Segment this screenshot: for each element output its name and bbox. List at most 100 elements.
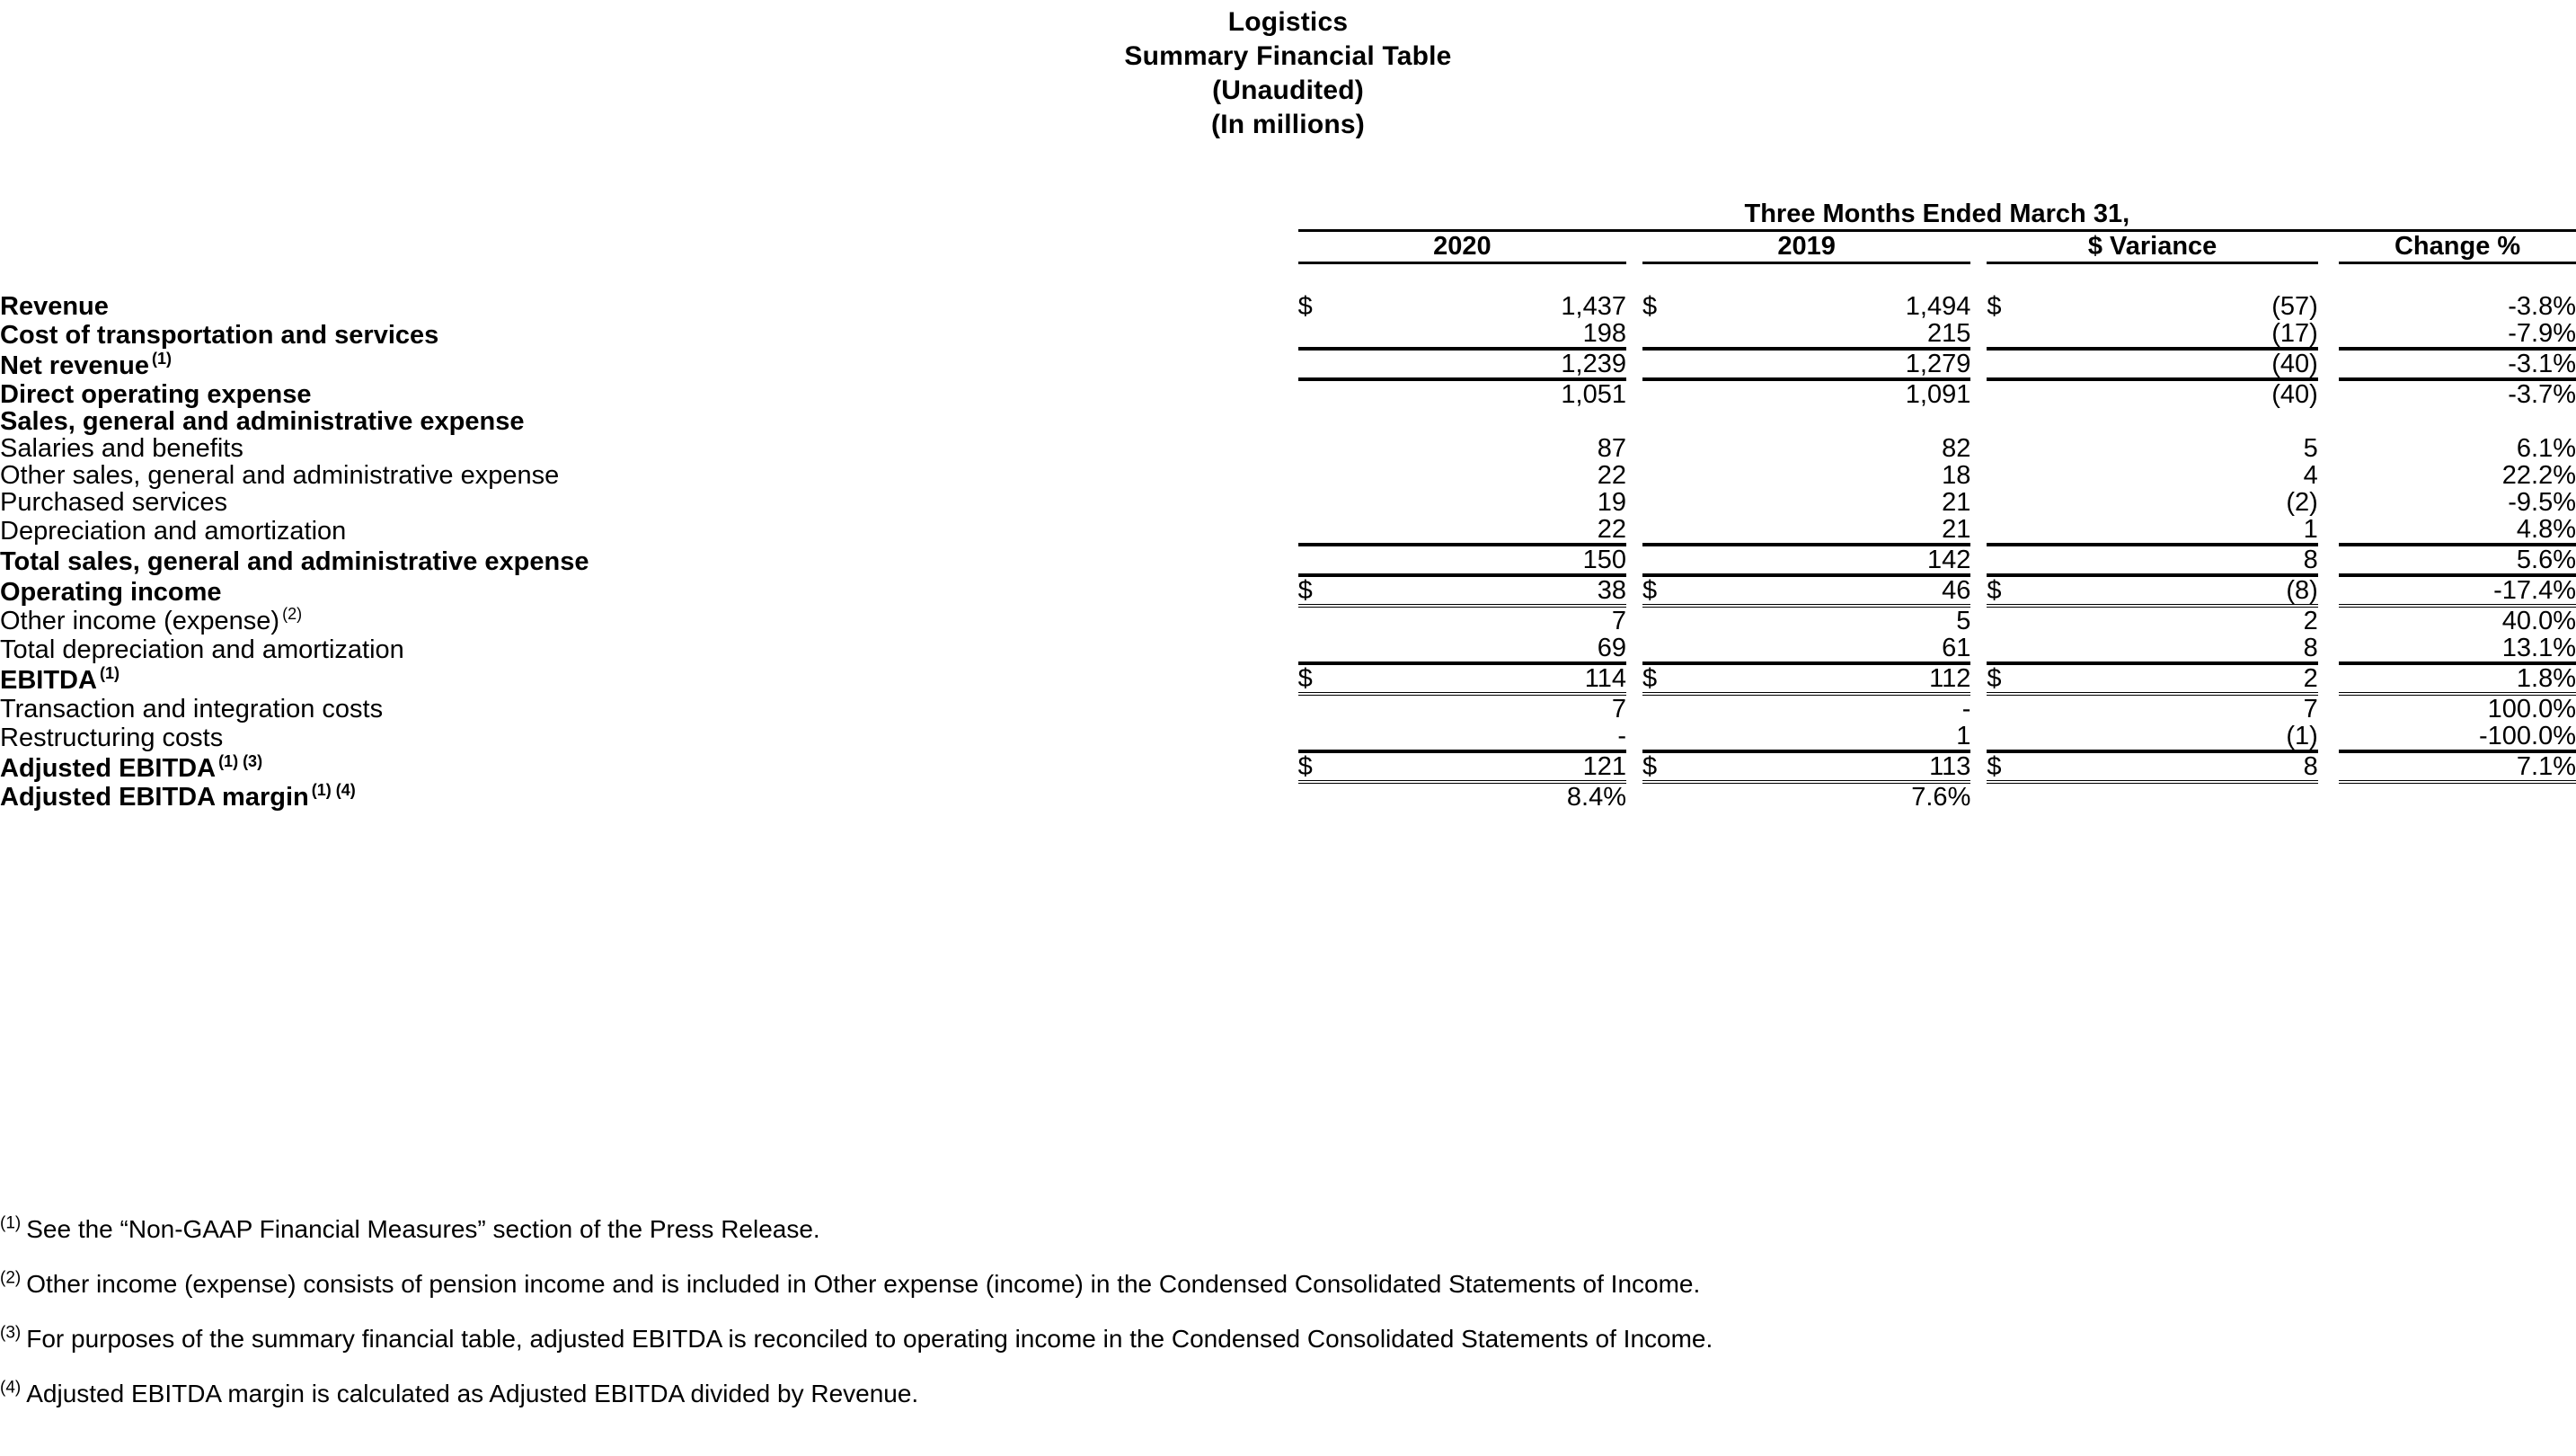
cell-change-pct: -3.7% xyxy=(2508,380,2576,409)
column-gap xyxy=(2318,751,2339,782)
title-line-1: Logistics xyxy=(1227,7,1349,37)
currency-symbol-2019 xyxy=(1642,516,1693,546)
cell-change-pct: -17.4% xyxy=(2339,575,2576,608)
currency-symbol-2019: $ xyxy=(1642,575,1693,608)
currency-symbol-variance xyxy=(1987,606,2037,635)
cell-variance: 8 xyxy=(2037,635,2318,665)
footnote: (3) For purposes of the summary financial… xyxy=(0,1325,2576,1380)
cell-variance: 4 xyxy=(2303,461,2318,490)
table-body: Revenue $1,437 $1,494 $ (57) -3.8% Cost of tra… xyxy=(0,293,2576,811)
column-gap xyxy=(1970,435,1987,462)
currency-symbol-2019 xyxy=(1642,320,1693,351)
row-footnote-marker: (1) xyxy=(99,664,120,683)
cell-2020: 69 xyxy=(1348,635,1626,665)
cell-2020: 1,051 xyxy=(1561,380,1626,409)
cell-2020: 38 xyxy=(1348,575,1626,608)
column-gap xyxy=(2318,663,2339,694)
cell-2019: 215 xyxy=(1692,320,1971,351)
table-row: Revenue $1,437 $1,494 $ (57) -3.8% xyxy=(0,293,2576,320)
currency-symbol-2020 xyxy=(1297,723,1349,753)
footnote-list: (1) See the “Non-GAAP Financial Measures”… xyxy=(0,1215,2576,1434)
cell-variance: 5 xyxy=(2303,434,2318,463)
cell-2020: 198 xyxy=(1348,320,1626,351)
currency-symbol-variance xyxy=(1987,545,2038,577)
column-gap xyxy=(1970,489,1987,516)
cell-change-pct xyxy=(2339,408,2576,435)
table-row: Cost of transportation and services 198 21… xyxy=(0,320,2576,351)
cell-2019: 112 xyxy=(1692,663,1971,696)
cell-change-pct xyxy=(2339,782,2576,811)
currency-symbol-variance xyxy=(1987,489,2037,516)
column-gap xyxy=(1970,782,1987,811)
cell-variance: (40) xyxy=(2037,349,2318,381)
row-label: EBITDA (1) xyxy=(0,663,1298,694)
table-row: Adjusted EBITDA margin (1) (4) 8.4% 7.6% xyxy=(0,782,2576,811)
table-row: Transaction and integration costs 7 - 7 100.… xyxy=(0,694,2576,723)
currency-symbol-variance: $ xyxy=(1987,292,2002,321)
cell-change-pct: -3.8% xyxy=(2508,292,2576,321)
column-header-variance: $ Variance xyxy=(1987,229,2318,264)
cell-2020 xyxy=(1348,408,1626,435)
row-label-text: Transaction and integration costs xyxy=(0,695,384,724)
currency-symbol-2020 xyxy=(1298,782,1349,811)
footnote-marker: (2) xyxy=(0,1268,22,1288)
column-gap xyxy=(1970,516,1987,545)
footnote: (4) Adjusted EBITDA margin is calculated … xyxy=(0,1380,2576,1434)
cell-2020: 19 xyxy=(1597,488,1626,517)
row-label: Sales, general and administrative expens… xyxy=(0,408,1298,435)
row-label-text: Net revenue xyxy=(0,351,150,380)
currency-symbol-2019 xyxy=(1642,379,1693,408)
table-row: Adjusted EBITDA (1) (3) $121 $113 $8 7.1% xyxy=(0,751,2576,784)
currency-symbol-2020: $ xyxy=(1297,751,1349,784)
column-gap xyxy=(2318,545,2339,575)
footnote-text: Other income (expense) consists of pensi… xyxy=(26,1270,1701,1298)
currency-symbol-2019: $ xyxy=(1642,751,1693,784)
row-label: Adjusted EBITDA (1) (3) xyxy=(0,751,1298,782)
cell-2019: 1,494 xyxy=(1905,292,1971,321)
row-label-text: Total depreciation and amortization xyxy=(0,635,404,664)
cell-variance: (2) xyxy=(2286,488,2318,517)
currency-symbol-2020 xyxy=(1298,489,1349,516)
cell-2019: 1,279 xyxy=(1692,349,1971,381)
cell-2020: 22 xyxy=(1348,516,1626,546)
column-gap xyxy=(1970,545,1987,575)
currency-symbol-2020: $ xyxy=(1297,575,1349,608)
header-spacer-row xyxy=(0,263,2576,294)
currency-symbol-2020 xyxy=(1297,545,1349,577)
currency-symbol-2020 xyxy=(1297,349,1349,381)
currency-symbol-variance xyxy=(1987,435,2037,462)
cell-variance: (1) xyxy=(2037,723,2318,753)
column-gap xyxy=(1970,320,1987,349)
cell-change-pct: -100.0% xyxy=(2339,723,2576,753)
column-gap xyxy=(2318,782,2339,811)
column-gap xyxy=(2318,349,2339,379)
column-gap xyxy=(1626,379,1642,408)
column-gap xyxy=(2318,575,2339,606)
currency-symbol-2019 xyxy=(1642,782,1693,811)
column-header-2020: 2020 xyxy=(1297,229,1626,264)
row-label: Direct operating expense xyxy=(0,379,1298,408)
cell-2020: 87 xyxy=(1597,434,1626,463)
row-label: Cost of transportation and services xyxy=(0,320,1298,349)
cell-change-pct: 40.0% xyxy=(2501,607,2576,635)
cell-2020: 22 xyxy=(1597,461,1626,490)
cell-2019: 7.6% xyxy=(1911,783,1971,812)
currency-symbol-variance xyxy=(1987,723,2038,753)
footnote-text: For purposes of the summary financial ta… xyxy=(26,1325,1713,1353)
cell-2020: 114 xyxy=(1348,663,1626,696)
cell-change-pct: 22.2% xyxy=(2501,461,2576,490)
currency-symbol-variance: $ xyxy=(1987,575,2038,608)
row-label-text: Operating income xyxy=(0,578,222,607)
row-label: Other income (expense) (2) xyxy=(0,606,1298,635)
column-gap xyxy=(1626,694,1642,723)
column-gap xyxy=(1626,462,1642,489)
cell-change-pct: -7.9% xyxy=(2339,320,2576,351)
header-column-row: 2020 2019 $ Variance Change % xyxy=(0,229,2576,264)
table-row: Total sales, general and administrative … xyxy=(0,545,2576,577)
cell-2019: 61 xyxy=(1692,635,1971,665)
currency-symbol-2019 xyxy=(1642,408,1693,435)
currency-symbol-2020 xyxy=(1298,435,1349,462)
cell-variance: (57) xyxy=(2271,292,2318,321)
currency-symbol-2019 xyxy=(1642,606,1693,635)
currency-symbol-2020: $ xyxy=(1297,663,1349,696)
